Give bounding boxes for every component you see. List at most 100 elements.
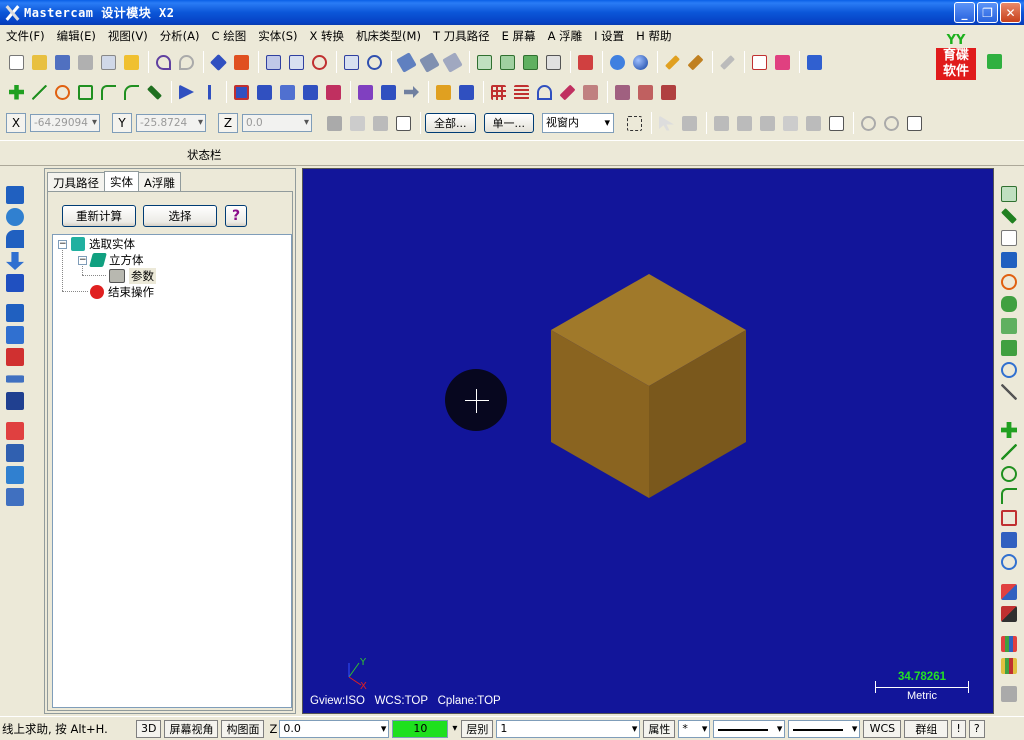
menu-xform[interactable]: X 转换	[304, 28, 351, 44]
color-dropdown-icon[interactable]: ▾	[448, 723, 461, 734]
unzoom-button[interactable]	[309, 52, 330, 73]
construction-plane-button[interactable]: 构图面	[221, 719, 265, 738]
highlight-button[interactable]	[121, 52, 142, 73]
chamfer-solid-icon[interactable]	[6, 304, 24, 322]
recalculate-button[interactable]: 重新计算	[62, 205, 136, 227]
menu-file[interactable]: 文件(F)	[0, 28, 51, 44]
revolve-button[interactable]	[534, 82, 555, 103]
menu-screen[interactable]: E 屏幕	[496, 28, 542, 44]
array-button[interactable]	[378, 82, 399, 103]
cube-model[interactable]: Y X	[303, 169, 994, 714]
pointer-button[interactable]	[656, 113, 677, 134]
collapse-icon[interactable]: −	[58, 239, 67, 249]
sweep-solid-icon[interactable]	[6, 230, 24, 248]
plugin-button[interactable]	[772, 52, 793, 73]
surface-trim-button[interactable]	[635, 82, 656, 103]
zoom-window-button[interactable]	[286, 52, 307, 73]
layer-button[interactable]: 层别	[461, 719, 494, 738]
drawing-icon[interactable]	[6, 488, 24, 506]
chamfer-button[interactable]	[98, 82, 119, 103]
boolean-remove-icon[interactable]	[6, 444, 24, 462]
dimension-button[interactable]	[433, 82, 454, 103]
fence-button[interactable]	[580, 82, 601, 103]
break-button[interactable]	[199, 82, 220, 103]
help2-button[interactable]	[904, 113, 925, 134]
restore-button[interactable]: ❐	[977, 2, 998, 23]
select-all-button[interactable]: 全部...	[425, 113, 476, 133]
menu-edit[interactable]: 编辑(E)	[51, 28, 102, 44]
rotate-button[interactable]	[277, 82, 298, 103]
attributes-button[interactable]: 属性	[643, 719, 676, 738]
fit-button[interactable]	[263, 52, 284, 73]
window-select-button[interactable]	[624, 113, 645, 134]
help-button[interactable]	[393, 113, 414, 134]
save-button[interactable]	[52, 52, 73, 73]
stop-button[interactable]	[881, 113, 902, 134]
3d-button[interactable]: 3D	[136, 719, 162, 738]
exit-button[interactable]	[984, 51, 1005, 72]
panel-help-button[interactable]: ?	[225, 205, 247, 227]
shell-icon[interactable]	[6, 326, 24, 344]
fast-point-button[interactable]	[324, 113, 345, 134]
hidden-line-button[interactable]	[497, 52, 518, 73]
offset-button[interactable]	[323, 82, 344, 103]
layer-select[interactable]: 1	[496, 719, 641, 738]
circle-button[interactable]	[52, 82, 73, 103]
wire-cube-icon[interactable]	[1001, 186, 1017, 202]
menu-machine-type[interactable]: 机床类型(M)	[350, 28, 427, 44]
face-select-button[interactable]	[711, 113, 732, 134]
selection-mode-select[interactable]: 视窗内	[542, 113, 614, 133]
pen-button[interactable]	[144, 82, 165, 103]
alert-button[interactable]: !	[951, 719, 966, 738]
globe-right-icon[interactable]	[1001, 362, 1017, 378]
document-icon[interactable]	[1001, 230, 1017, 246]
new-file-button[interactable]	[6, 52, 27, 73]
scale-button[interactable]	[300, 82, 321, 103]
loft-icon[interactable]	[6, 252, 24, 270]
transform-button[interactable]	[231, 82, 252, 103]
loop-select-button[interactable]	[803, 113, 824, 134]
collapse-icon[interactable]: −	[78, 255, 87, 265]
fillet-solid-icon[interactable]	[6, 274, 24, 292]
layers-right-icon[interactable]	[1001, 532, 1017, 548]
line-width-select[interactable]	[788, 719, 861, 738]
tree-node-end-operation[interactable]: 结束操作	[90, 284, 154, 300]
zoom-button[interactable]	[364, 52, 385, 73]
palette-icon[interactable]	[1001, 636, 1017, 652]
delete-button[interactable]	[419, 51, 440, 73]
edge-select-button[interactable]	[734, 113, 755, 134]
open-file-button[interactable]	[29, 52, 50, 73]
x-coordinate-input[interactable]: -64.29094	[30, 114, 100, 132]
point-button[interactable]	[6, 82, 27, 103]
y-coordinate-input[interactable]: -25.8724	[136, 114, 206, 132]
circle-right-icon[interactable]	[1001, 466, 1017, 482]
no-button[interactable]	[858, 113, 879, 134]
boolean-add-icon[interactable]	[6, 422, 24, 440]
shaded-button[interactable]	[520, 52, 541, 73]
line-tool-icon[interactable]	[1001, 444, 1017, 460]
select-single-button[interactable]: 单一...	[483, 113, 534, 133]
undo-button[interactable]	[153, 52, 174, 73]
drafting-button[interactable]	[456, 82, 477, 103]
repaint-button[interactable]	[231, 52, 252, 73]
menu-solids[interactable]: 实体(S)	[252, 28, 303, 44]
translate-button[interactable]	[401, 82, 422, 103]
menu-create[interactable]: C 绘图	[206, 28, 253, 44]
status-help-button[interactable]: ?	[968, 719, 985, 738]
disabled-tool-button[interactable]	[717, 52, 738, 73]
shaded-edges-button[interactable]	[543, 52, 564, 73]
menu-help[interactable]: H 帮助	[630, 28, 677, 44]
revolve-solid-icon[interactable]	[6, 208, 24, 226]
fillet-button[interactable]	[75, 82, 96, 103]
autocursor-button[interactable]	[370, 113, 391, 134]
rect-right-icon[interactable]	[1001, 510, 1017, 526]
pencil-multi-button[interactable]	[685, 52, 706, 73]
exclaim-button[interactable]	[347, 113, 368, 134]
boolean-icon[interactable]	[6, 392, 24, 410]
colors2-icon[interactable]	[1001, 606, 1017, 622]
trim-solid-icon[interactable]	[6, 375, 24, 383]
z-coordinate-input[interactable]: 0.0	[242, 114, 312, 132]
ruled-button[interactable]	[511, 82, 532, 103]
wcs-button[interactable]: WCS	[863, 719, 902, 738]
solid-select-button[interactable]	[679, 113, 700, 134]
